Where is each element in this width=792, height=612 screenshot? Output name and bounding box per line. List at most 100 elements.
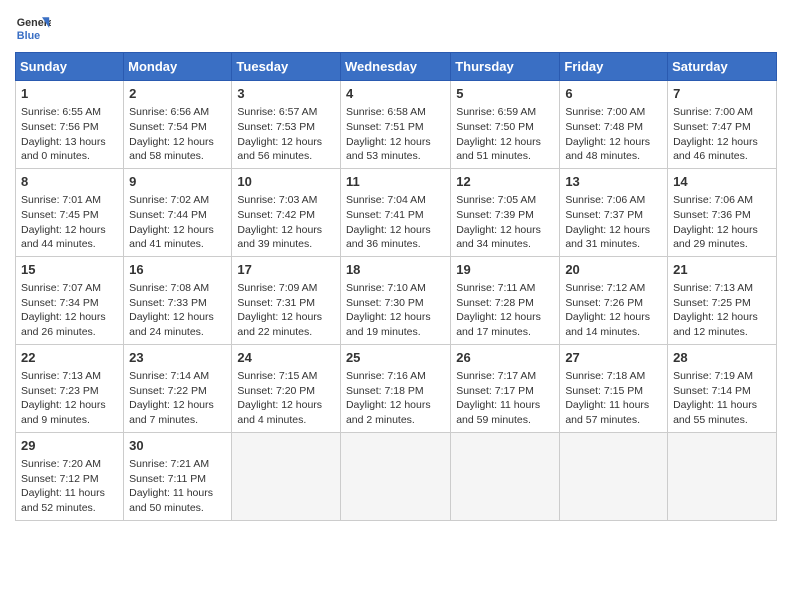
day-number: 21	[673, 261, 771, 279]
day-info-line: and 41 minutes.	[129, 237, 226, 252]
calendar-cell: 20Sunrise: 7:12 AMSunset: 7:26 PMDayligh…	[560, 256, 668, 344]
day-number: 24	[237, 349, 335, 367]
day-info-line: Daylight: 12 hours	[565, 223, 662, 238]
day-info-line: and 34 minutes.	[456, 237, 554, 252]
calendar-header-tuesday: Tuesday	[232, 53, 341, 81]
day-info-line: and 17 minutes.	[456, 325, 554, 340]
day-info-line: Sunrise: 7:16 AM	[346, 369, 445, 384]
day-info-line: Sunrise: 7:01 AM	[21, 193, 118, 208]
day-info-line: Sunrise: 7:18 AM	[565, 369, 662, 384]
day-info-line: Sunset: 7:11 PM	[129, 472, 226, 487]
day-info-line: and 58 minutes.	[129, 149, 226, 164]
day-info-line: Sunrise: 7:06 AM	[565, 193, 662, 208]
day-info-line: Sunset: 7:51 PM	[346, 120, 445, 135]
day-info-line: Sunrise: 7:12 AM	[565, 281, 662, 296]
calendar-cell: 1Sunrise: 6:55 AMSunset: 7:56 PMDaylight…	[16, 81, 124, 169]
day-info-line: Sunrise: 7:06 AM	[673, 193, 771, 208]
day-info-line: Sunset: 7:47 PM	[673, 120, 771, 135]
calendar-cell: 17Sunrise: 7:09 AMSunset: 7:31 PMDayligh…	[232, 256, 341, 344]
calendar-header-saturday: Saturday	[668, 53, 777, 81]
day-info-line: Daylight: 12 hours	[21, 398, 118, 413]
day-info-line: Sunset: 7:33 PM	[129, 296, 226, 311]
day-info-line: Sunset: 7:12 PM	[21, 472, 118, 487]
day-info-line: and 2 minutes.	[346, 413, 445, 428]
day-info-line: Sunrise: 7:11 AM	[456, 281, 554, 296]
calendar-cell	[668, 432, 777, 520]
day-info-line: Sunrise: 7:15 AM	[237, 369, 335, 384]
day-info-line: and 7 minutes.	[129, 413, 226, 428]
day-info-line: Daylight: 11 hours	[129, 486, 226, 501]
logo: General Blue	[15, 10, 55, 46]
day-info-line: and 56 minutes.	[237, 149, 335, 164]
day-info-line: Daylight: 11 hours	[673, 398, 771, 413]
day-info-line: Sunrise: 7:14 AM	[129, 369, 226, 384]
day-info-line: Sunrise: 7:19 AM	[673, 369, 771, 384]
day-info-line: and 48 minutes.	[565, 149, 662, 164]
day-info-line: and 52 minutes.	[21, 501, 118, 516]
day-info-line: Sunset: 7:28 PM	[456, 296, 554, 311]
day-info-line: and 51 minutes.	[456, 149, 554, 164]
calendar-cell: 11Sunrise: 7:04 AMSunset: 7:41 PMDayligh…	[340, 168, 450, 256]
day-number: 28	[673, 349, 771, 367]
day-info-line: and 9 minutes.	[21, 413, 118, 428]
calendar-cell: 4Sunrise: 6:58 AMSunset: 7:51 PMDaylight…	[340, 81, 450, 169]
day-info-line: Daylight: 12 hours	[21, 223, 118, 238]
day-info-line: Sunrise: 6:56 AM	[129, 105, 226, 120]
day-info-line: and 31 minutes.	[565, 237, 662, 252]
day-number: 4	[346, 85, 445, 103]
day-info-line: Sunrise: 7:21 AM	[129, 457, 226, 472]
day-info-line: Daylight: 11 hours	[21, 486, 118, 501]
day-info-line: Sunrise: 7:02 AM	[129, 193, 226, 208]
day-info-line: Sunset: 7:36 PM	[673, 208, 771, 223]
day-number: 7	[673, 85, 771, 103]
day-number: 23	[129, 349, 226, 367]
day-info-line: Sunrise: 7:04 AM	[346, 193, 445, 208]
day-info-line: and 39 minutes.	[237, 237, 335, 252]
calendar-cell: 8 Sunrise: 7:01 AMSunset: 7:45 PMDaylight…	[16, 168, 124, 256]
day-number: 19	[456, 261, 554, 279]
calendar-header-row: SundayMondayTuesdayWednesdayThursdayFrid…	[16, 53, 777, 81]
day-info-line: Sunrise: 7:03 AM	[237, 193, 335, 208]
calendar-week-2: 8Sunrise: 7:01 AMSunset: 7:45 PMDaylight…	[16, 168, 777, 256]
calendar-cell	[451, 432, 560, 520]
day-info-line: and 46 minutes.	[673, 149, 771, 164]
day-info-line: and 57 minutes.	[565, 413, 662, 428]
calendar-cell: 25Sunrise: 7:16 AMSunset: 7:18 PMDayligh…	[340, 344, 450, 432]
day-info-line: Daylight: 13 hours	[21, 135, 118, 150]
calendar-cell: 21Sunrise: 7:13 AMSunset: 7:25 PMDayligh…	[668, 256, 777, 344]
day-info-line: Daylight: 12 hours	[456, 223, 554, 238]
day-info-line: Sunset: 7:30 PM	[346, 296, 445, 311]
calendar-week-1: 1Sunrise: 6:55 AMSunset: 7:56 PMDaylight…	[16, 81, 777, 169]
calendar-header-thursday: Thursday	[451, 53, 560, 81]
calendar-cell: 14Sunrise: 7:06 AMSunset: 7:36 PMDayligh…	[668, 168, 777, 256]
calendar-header-monday: Monday	[124, 53, 232, 81]
day-info-line: and 55 minutes.	[673, 413, 771, 428]
day-info-line: and 53 minutes.	[346, 149, 445, 164]
calendar-table: SundayMondayTuesdayWednesdayThursdayFrid…	[15, 52, 777, 521]
day-info-line: Sunrise: 7:17 AM	[456, 369, 554, 384]
day-info-line: Sunrise: 7:00 AM	[673, 105, 771, 120]
day-info-line: Daylight: 12 hours	[346, 135, 445, 150]
day-info-line: Daylight: 12 hours	[565, 310, 662, 325]
day-info-line: Sunrise: 7:09 AM	[237, 281, 335, 296]
calendar-cell: 30Sunrise: 7:21 AMSunset: 7:11 PMDayligh…	[124, 432, 232, 520]
calendar-week-3: 15Sunrise: 7:07 AMSunset: 7:34 PMDayligh…	[16, 256, 777, 344]
calendar-cell: 24Sunrise: 7:15 AMSunset: 7:20 PMDayligh…	[232, 344, 341, 432]
day-number: 29	[21, 437, 118, 455]
day-number: 9	[129, 173, 226, 191]
day-info-line: Sunrise: 7:00 AM	[565, 105, 662, 120]
day-info-line: and 24 minutes.	[129, 325, 226, 340]
day-info-line: Daylight: 12 hours	[673, 223, 771, 238]
day-number: 8	[21, 173, 118, 191]
calendar-cell: 5Sunrise: 6:59 AMSunset: 7:50 PMDaylight…	[451, 81, 560, 169]
day-number: 12	[456, 173, 554, 191]
svg-text:Blue: Blue	[17, 30, 40, 42]
day-number: 27	[565, 349, 662, 367]
day-info-line: and 36 minutes.	[346, 237, 445, 252]
day-info-line: Sunset: 7:45 PM	[21, 208, 118, 223]
day-info-line: and 44 minutes.	[21, 237, 118, 252]
calendar-cell: 9Sunrise: 7:02 AMSunset: 7:44 PMDaylight…	[124, 168, 232, 256]
calendar-cell: 27Sunrise: 7:18 AMSunset: 7:15 PMDayligh…	[560, 344, 668, 432]
day-info-line: Sunset: 7:56 PM	[21, 120, 118, 135]
day-info-line: Sunrise: 7:13 AM	[673, 281, 771, 296]
